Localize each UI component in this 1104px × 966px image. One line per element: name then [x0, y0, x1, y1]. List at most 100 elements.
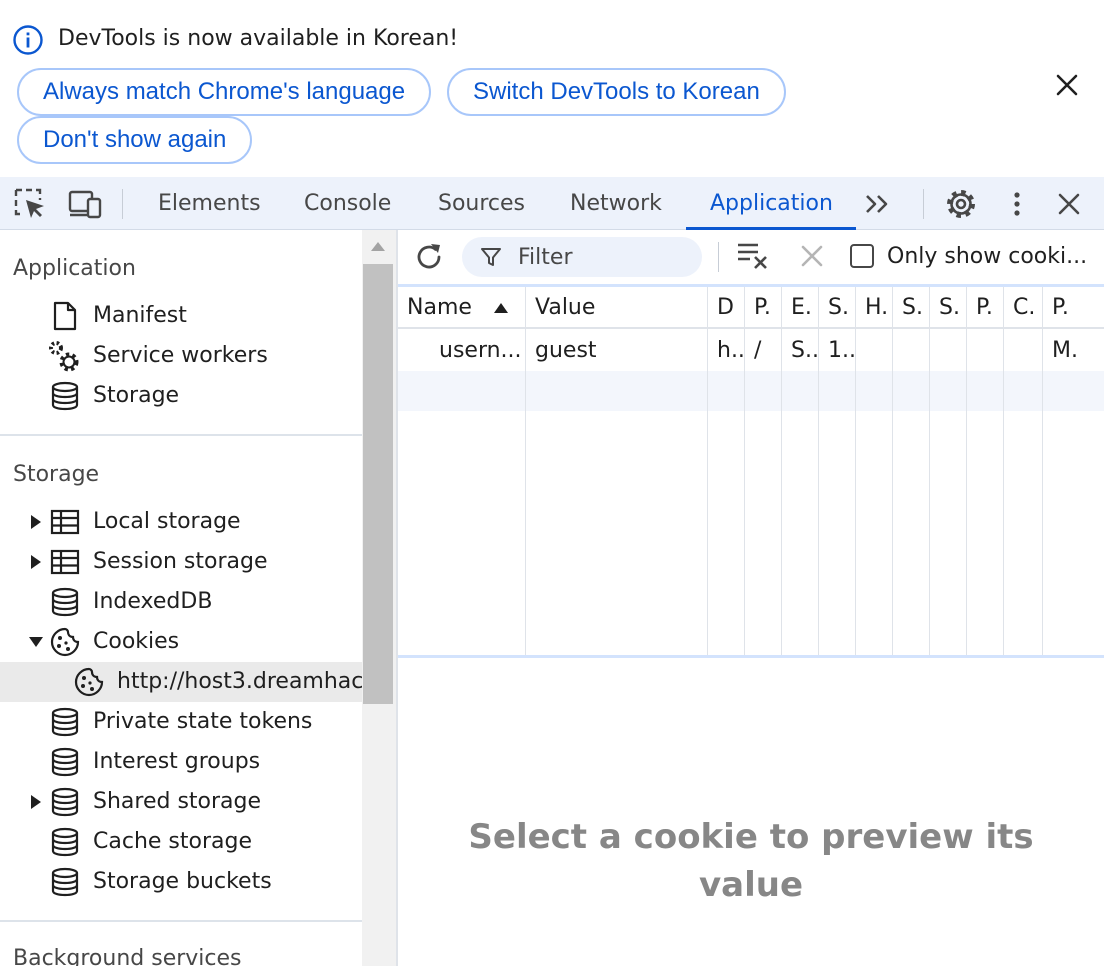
device-toolbar-icon[interactable] — [68, 187, 102, 221]
database-icon — [51, 867, 79, 897]
column-divider[interactable] — [744, 287, 745, 655]
cell-partition-key[interactable] — [967, 331, 1003, 371]
tab-network[interactable]: Network — [570, 177, 662, 230]
cell-value[interactable]: guest — [526, 331, 707, 371]
sidebar-item-label: Session storage — [93, 549, 268, 574]
cell-priority[interactable]: M. — [1043, 331, 1104, 371]
cookie-preview-pane: Select a cookie to preview its value — [398, 661, 1104, 966]
cell-secure[interactable] — [893, 331, 929, 371]
sort-ascending-icon — [494, 303, 508, 313]
sidebar-item-session-storage[interactable]: Session storage — [0, 542, 362, 582]
column-header-value[interactable]: Value — [526, 287, 707, 329]
section-application-header: Application — [13, 256, 136, 281]
settings-gear-icon[interactable] — [944, 187, 978, 221]
column-header-domain[interactable]: D — [708, 287, 744, 329]
expand-arrow-icon[interactable] — [30, 514, 42, 530]
column-divider[interactable] — [707, 287, 708, 655]
column-header-samesite[interactable]: S. — [930, 287, 966, 329]
cell-size[interactable]: 1... — [819, 331, 855, 371]
database-icon — [51, 747, 79, 777]
section-storage-header: Storage — [13, 462, 100, 487]
cell-path[interactable]: / — [745, 331, 781, 371]
sidebar-item-cookies[interactable]: Cookies — [0, 622, 362, 662]
column-header-path[interactable]: P. — [745, 287, 781, 329]
cookies-table: Name Value D P. E. S. H. S. S. P. C. P. … — [398, 284, 1104, 658]
sidebar-item-label: Shared storage — [93, 789, 262, 814]
column-divider[interactable] — [929, 287, 930, 655]
inspect-element-icon[interactable] — [13, 187, 47, 221]
sidebar-item-service-workers[interactable]: Service workers — [0, 336, 362, 376]
column-header-expires[interactable]: E. — [782, 287, 818, 329]
column-divider[interactable] — [892, 287, 893, 655]
expand-arrow-icon[interactable] — [30, 554, 42, 570]
cell-httponly[interactable] — [856, 331, 892, 371]
infobar-message: DevTools is now available in Korean! — [58, 26, 459, 51]
cookie-icon — [50, 627, 80, 657]
sidebar-item-label: Manifest — [93, 303, 187, 328]
delete-selected-icon[interactable] — [798, 242, 826, 270]
sidebar-item-shared-storage[interactable]: Shared storage — [0, 782, 362, 822]
column-header-priority[interactable]: P. — [1043, 287, 1104, 329]
application-sidebar: Application Manifest Service workers Sto… — [0, 230, 362, 966]
expand-arrow-icon[interactable] — [30, 794, 42, 810]
sidebar-item-local-storage[interactable]: Local storage — [0, 502, 362, 542]
refresh-icon[interactable] — [412, 240, 446, 274]
close-devtools-icon[interactable] — [1052, 187, 1086, 221]
dont-show-again-button[interactable]: Don't show again — [17, 116, 252, 164]
sidebar-item-label: Cache storage — [93, 829, 252, 854]
sidebar-item-cache-storage[interactable]: Cache storage — [0, 822, 362, 862]
cell-cross-site[interactable] — [1004, 331, 1042, 371]
sidebar-item-indexeddb[interactable]: IndexedDB — [0, 582, 362, 622]
column-divider[interactable] — [525, 287, 526, 655]
sidebar-item-interest-groups[interactable]: Interest groups — [0, 742, 362, 782]
cell-name[interactable]: usern... — [430, 331, 525, 371]
column-divider[interactable] — [781, 287, 782, 655]
cell-domain[interactable]: h.. — [708, 331, 744, 371]
clear-all-cookies-icon[interactable] — [736, 240, 770, 270]
database-icon — [51, 827, 79, 857]
sidebar-item-manifest[interactable]: Manifest — [0, 296, 362, 336]
toolbar-separator — [718, 242, 719, 272]
cookies-toolbar: Filter Only show cooki... — [398, 230, 1104, 284]
column-divider[interactable] — [818, 287, 819, 655]
close-infobar-icon[interactable] — [1052, 70, 1082, 100]
more-tabs-icon[interactable] — [862, 187, 896, 221]
section-divider — [0, 434, 362, 436]
sidebar-item-storage-buckets[interactable]: Storage buckets — [0, 862, 362, 902]
sidebar-item-private-state-tokens[interactable]: Private state tokens — [0, 702, 362, 742]
collapse-arrow-icon[interactable] — [28, 636, 44, 648]
column-header-cross-site[interactable]: C. — [1004, 287, 1042, 329]
tab-elements[interactable]: Elements — [158, 177, 261, 230]
column-header-partition-key[interactable]: P. — [967, 287, 1003, 329]
kebab-menu-icon[interactable] — [1000, 187, 1034, 221]
column-divider[interactable] — [966, 287, 967, 655]
only-show-checkbox[interactable] — [850, 244, 874, 268]
column-header-httponly[interactable]: H. — [856, 287, 892, 329]
tab-application[interactable]: Application — [710, 177, 833, 230]
filter-input[interactable]: Filter — [462, 237, 702, 277]
tab-sources[interactable]: Sources — [438, 177, 525, 230]
column-header-size[interactable]: S. — [819, 287, 855, 329]
cell-expires[interactable]: S.. — [782, 331, 818, 371]
sidebar-item-cookie-origin[interactable]: http://host3.dreamhack.games — [0, 662, 362, 702]
sidebar-item-label: Service workers — [93, 343, 268, 368]
toolbar-separator — [923, 189, 924, 219]
switch-to-korean-button[interactable]: Switch DevTools to Korean — [447, 68, 786, 116]
database-icon — [51, 381, 79, 411]
sidebar-item-label: Private state tokens — [93, 709, 313, 734]
only-show-label: Only show cooki... — [887, 244, 1088, 269]
always-match-language-button[interactable]: Always match Chrome's language — [17, 68, 431, 116]
gears-icon — [49, 341, 79, 372]
sidebar-scrollbar-thumb[interactable] — [363, 264, 393, 704]
column-divider[interactable] — [1003, 287, 1004, 655]
cell-samesite[interactable] — [930, 331, 966, 371]
sidebar-item-storage[interactable]: Storage — [0, 376, 362, 416]
tab-console[interactable]: Console — [304, 177, 391, 230]
column-divider[interactable] — [855, 287, 856, 655]
column-header-secure[interactable]: S. — [893, 287, 929, 329]
scroll-up-arrow-icon[interactable] — [370, 240, 386, 252]
info-icon — [13, 25, 43, 55]
filter-placeholder: Filter — [518, 245, 573, 270]
column-divider[interactable] — [1042, 287, 1043, 655]
sidebar-item-label: IndexedDB — [93, 589, 213, 614]
